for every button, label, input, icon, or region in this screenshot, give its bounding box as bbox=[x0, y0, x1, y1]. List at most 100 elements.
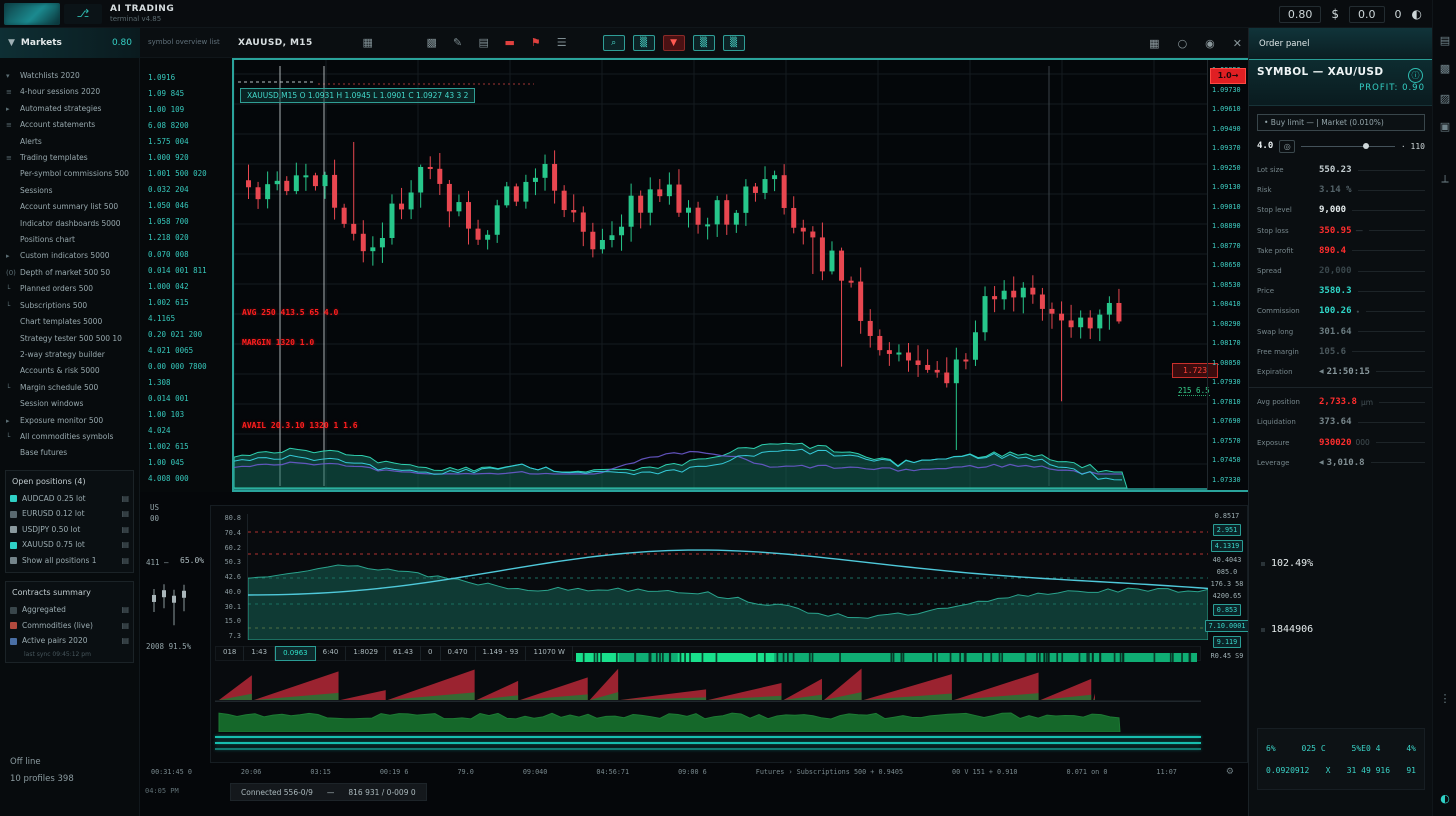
sidebar-item[interactable]: Positions chart bbox=[6, 232, 135, 248]
quote-value[interactable]: 1.09 845 bbox=[148, 86, 232, 102]
close-icon[interactable]: ✕ bbox=[1233, 37, 1242, 50]
order-field-row[interactable]: Lot size550.23 bbox=[1249, 160, 1433, 180]
quote-value[interactable]: 1.00 045 bbox=[148, 455, 232, 471]
quote-value[interactable]: 1.00 109 bbox=[148, 102, 232, 118]
order-field-row[interactable]: Expiration◀21:50:15 bbox=[1249, 362, 1433, 382]
sidebar-item[interactable]: ▾Watchlists 2020 bbox=[6, 68, 135, 84]
signal-cell[interactable]: 0 bbox=[421, 646, 440, 661]
sidebar-item[interactable]: Per-symbol commissions 500 bbox=[6, 166, 135, 182]
row-menu-icon[interactable]: ▤ bbox=[121, 522, 129, 538]
sidebar-item[interactable]: Session windows bbox=[6, 396, 135, 412]
order-field-row[interactable]: Leverage◀3,010.8 bbox=[1249, 453, 1433, 473]
quote-value[interactable]: 4.1165 bbox=[148, 311, 232, 327]
quote-value[interactable]: 0.014 001 bbox=[148, 391, 232, 407]
sidebar-item[interactable]: Account summary list 500 bbox=[6, 199, 135, 215]
row-menu-icon[interactable]: ▤ bbox=[121, 618, 129, 634]
power-icon[interactable]: ◐ bbox=[1433, 792, 1456, 805]
maximize-icon[interactable]: ◉ bbox=[1205, 37, 1215, 50]
order-field-row[interactable]: Take profit890.4 bbox=[1249, 241, 1433, 261]
volume-slider[interactable] bbox=[1301, 146, 1395, 147]
sidebar-item[interactable]: Indicator dashboards 5000 bbox=[6, 216, 135, 232]
list-item[interactable]: Aggregated▤ bbox=[10, 602, 129, 618]
order-field-row[interactable]: Spread20,000 bbox=[1249, 261, 1433, 281]
list-item[interactable]: AUDCAD 0.25 lot▤ bbox=[10, 491, 129, 507]
signal-cell[interactable]: 018 bbox=[216, 646, 244, 661]
more-icon[interactable]: ⋮ bbox=[1433, 692, 1456, 705]
sidebar-item[interactable]: ≡Account statements bbox=[6, 117, 135, 133]
order-field-row[interactable]: Liquidation373.64 bbox=[1249, 412, 1433, 432]
sidebar-item[interactable]: ≡4-hour sessions 2020 bbox=[6, 84, 135, 100]
quote-value[interactable]: 0.014 001 811 bbox=[148, 263, 232, 279]
spinner-icon[interactable]: ◀ bbox=[1319, 459, 1324, 466]
order-field-row[interactable]: Risk3.14 % bbox=[1249, 180, 1433, 200]
list-item[interactable]: XAUUSD 0.75 lot▤ bbox=[10, 537, 129, 553]
order-field-row[interactable]: Price3580.3 bbox=[1249, 281, 1433, 301]
sidebar-item[interactable]: └All commodities symbols bbox=[6, 429, 135, 445]
sidebar-item[interactable]: └Margin schedule 500 bbox=[6, 380, 135, 396]
sidebar-item[interactable]: ≡Trading templates bbox=[6, 150, 135, 166]
sidebar-item[interactable]: (0)Depth of market 500 50 bbox=[6, 265, 135, 281]
crosshair-icon[interactable]: ✎ bbox=[449, 35, 467, 51]
list-item[interactable]: Commodities (live)▤ bbox=[10, 618, 129, 634]
restore-icon[interactable]: ▦ bbox=[1149, 37, 1159, 50]
target-icon[interactable]: ◎ bbox=[1279, 140, 1295, 153]
quote-value[interactable]: 1.575 004 bbox=[148, 134, 232, 150]
list-item[interactable]: EURUSD 0.12 lot▤ bbox=[10, 506, 129, 522]
timeframe-button-2[interactable]: ▒ bbox=[633, 35, 655, 51]
markets-tab[interactable]: ▼ Markets 0.80 bbox=[0, 28, 140, 58]
main-chart-window[interactable]: XAUUSD,M15 O 1.0931 H 1.0945 L 1.0901 C … bbox=[232, 58, 1248, 492]
quote-value[interactable]: 1.050 046 bbox=[148, 198, 232, 214]
row-menu-icon[interactable]: ▤ bbox=[121, 602, 129, 618]
row-menu-icon[interactable]: ▤ bbox=[121, 553, 129, 569]
volume-step[interactable]: · 110 bbox=[1401, 142, 1425, 151]
price-axis[interactable]: 1.098501.097301.096101.094901.093701.092… bbox=[1207, 60, 1250, 490]
quote-value[interactable]: 4.024 bbox=[148, 423, 232, 439]
minimize-icon[interactable]: ○ bbox=[1178, 37, 1188, 50]
order-field-row[interactable]: Free margin105.6 bbox=[1249, 342, 1433, 362]
quote-value[interactable]: 1.308 bbox=[148, 375, 232, 391]
sidebar-item[interactable]: 2-way strategy builder bbox=[6, 347, 135, 363]
quote-value[interactable]: 0.070 008 bbox=[148, 247, 232, 263]
sidebar-item[interactable]: ▸Custom indicators 5000 bbox=[6, 248, 135, 264]
signal-cell[interactable]: 1:43 bbox=[244, 646, 275, 661]
signal-cell[interactable]: 6:40 bbox=[316, 646, 347, 661]
sell-quick-button[interactable]: ▼ bbox=[663, 35, 685, 51]
spinner-icon[interactable]: ◀ bbox=[1319, 368, 1324, 375]
panel-dock-icon[interactable]: ▣ bbox=[1433, 120, 1456, 133]
sidebar-item[interactable]: Alerts bbox=[6, 134, 135, 150]
quote-value[interactable]: 1.002 615 bbox=[148, 439, 232, 455]
quote-value[interactable]: 1.0916 bbox=[148, 70, 232, 86]
info-icon[interactable]: ⓘ bbox=[1408, 68, 1423, 83]
quote-value[interactable]: 1.002 615 bbox=[148, 295, 232, 311]
signal-cell[interactable]: 1.149 - 93 bbox=[476, 646, 527, 661]
quote-value[interactable]: 4.008 000 bbox=[148, 471, 232, 487]
quote-value[interactable]: 4.021 0065 bbox=[148, 343, 232, 359]
sidebar-item[interactable]: Strategy tester 500 500 10 bbox=[6, 331, 135, 347]
quote-value[interactable]: 0.032 204 bbox=[148, 182, 232, 198]
order-field-row[interactable]: Swap long301.64 bbox=[1249, 322, 1433, 342]
sidebar-item[interactable]: ▸Exposure monitor 500 bbox=[6, 413, 135, 429]
timeframe-button-1[interactable]: ⌕ bbox=[603, 35, 625, 51]
quote-value[interactable]: 1.058 700 bbox=[148, 214, 232, 230]
quote-value[interactable]: 1.000 920 bbox=[148, 150, 232, 166]
order-field-row[interactable]: Commission100.26∙ bbox=[1249, 301, 1433, 321]
panel-window-icon[interactable]: ▩ bbox=[1433, 62, 1456, 75]
volume-value[interactable]: 4.0 bbox=[1257, 141, 1273, 151]
rsi-chart[interactable] bbox=[248, 514, 1208, 640]
order-field-row[interactable]: Stop loss350.95— bbox=[1249, 221, 1433, 241]
panel-layers-icon[interactable]: ▨ bbox=[1433, 92, 1456, 105]
sidebar-item[interactable]: └Subscriptions 500 bbox=[6, 298, 135, 314]
anchor-icon[interactable]: ⟂ bbox=[1433, 172, 1456, 186]
row-menu-icon[interactable]: ▤ bbox=[121, 537, 129, 553]
layout-icon[interactable]: ▦ bbox=[359, 35, 377, 51]
sidebar-item[interactable]: Base futures bbox=[6, 445, 135, 461]
list-icon[interactable]: ☰ bbox=[553, 35, 571, 51]
list-item[interactable]: Show all positions 1▤ bbox=[10, 553, 129, 569]
indicator-window[interactable]: 80.870.460.250.342.640.030.115.07.3 0181… bbox=[210, 505, 1248, 763]
quote-value[interactable]: 1.218 020 bbox=[148, 230, 232, 246]
sidebar-item[interactable]: Chart templates 5000 bbox=[6, 314, 135, 330]
quote-value[interactable]: 1.00 103 bbox=[148, 407, 232, 423]
sidebar-item[interactable]: Sessions bbox=[6, 183, 135, 199]
alert-icon[interactable]: ⚑ bbox=[527, 35, 545, 51]
sidebar-item[interactable]: └Planned orders 500 bbox=[6, 281, 135, 297]
